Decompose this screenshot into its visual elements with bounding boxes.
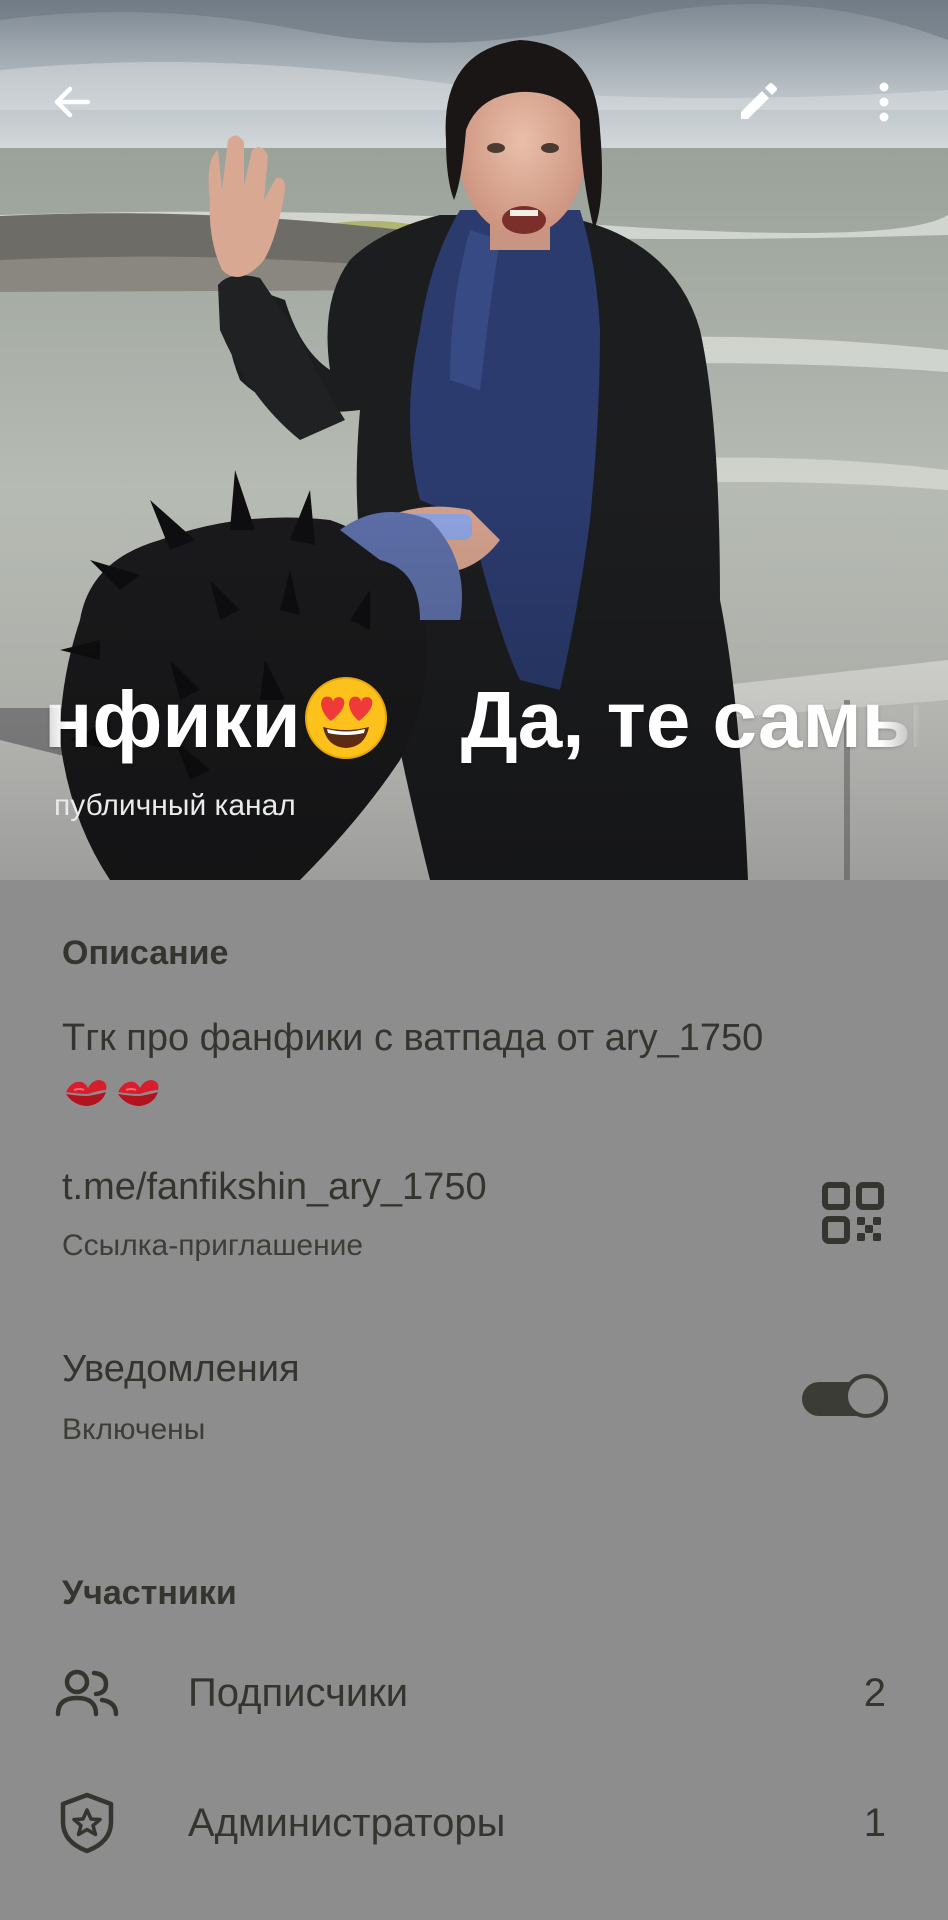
shield-star-icon xyxy=(60,1792,114,1854)
qr-code-icon xyxy=(822,1182,884,1244)
invite-link[interactable]: t.me/fanfikshin_ary_1750 xyxy=(62,1162,487,1212)
people-icon xyxy=(55,1669,119,1717)
administrators-label: Администраторы xyxy=(188,1801,506,1845)
arrow-left-icon xyxy=(54,86,91,118)
notifications-label[interactable]: Уведомления xyxy=(62,1344,300,1394)
more-vertical-icon xyxy=(879,82,889,122)
channel-title: нфики Да, те самы xyxy=(44,668,930,772)
description-section-header: Описание xyxy=(62,934,229,972)
administrators-count: 1 xyxy=(863,1801,886,1845)
administrators-row[interactable]: Администраторы 1 xyxy=(0,1766,948,1876)
heart-eyes-emoji-icon xyxy=(304,677,387,759)
description-text[interactable]: Тгк про фанфики с ватпада от ary_1750 xyxy=(62,1012,862,1064)
edit-button[interactable] xyxy=(726,70,790,134)
subscribers-count: 2 xyxy=(863,1671,886,1715)
channel-title-part1: нфики xyxy=(44,675,301,764)
channel-header: нфики Да, те самы публичный канал xyxy=(0,0,948,880)
channel-title-container: нфики Да, те самы xyxy=(0,668,948,772)
kiss-mark-emoji-icon xyxy=(66,1080,107,1106)
pencil-icon xyxy=(741,83,777,119)
toggle-knob xyxy=(844,1374,888,1418)
members-section-header: Участники xyxy=(62,1574,237,1612)
channel-title-part2: Да, те самы xyxy=(460,675,931,764)
qr-code-button[interactable] xyxy=(820,1180,886,1246)
subscribers-label: Подписчики xyxy=(188,1671,409,1715)
kiss-mark-emoji-icon xyxy=(118,1080,159,1106)
channel-type-label: публичный канал xyxy=(54,789,296,822)
notifications-toggle[interactable] xyxy=(802,1374,894,1422)
notifications-status: Включены xyxy=(62,1413,206,1446)
channel-info-screen: нфики Да, те самы публичный канал Описан… xyxy=(0,0,948,1920)
description-emoji-row xyxy=(62,1068,162,1114)
invite-link-caption: Ссылка-приглашение xyxy=(62,1229,364,1262)
back-button[interactable] xyxy=(40,70,104,134)
subscribers-row[interactable]: Подписчики 2 xyxy=(0,1636,948,1746)
more-options-button[interactable] xyxy=(852,70,916,134)
